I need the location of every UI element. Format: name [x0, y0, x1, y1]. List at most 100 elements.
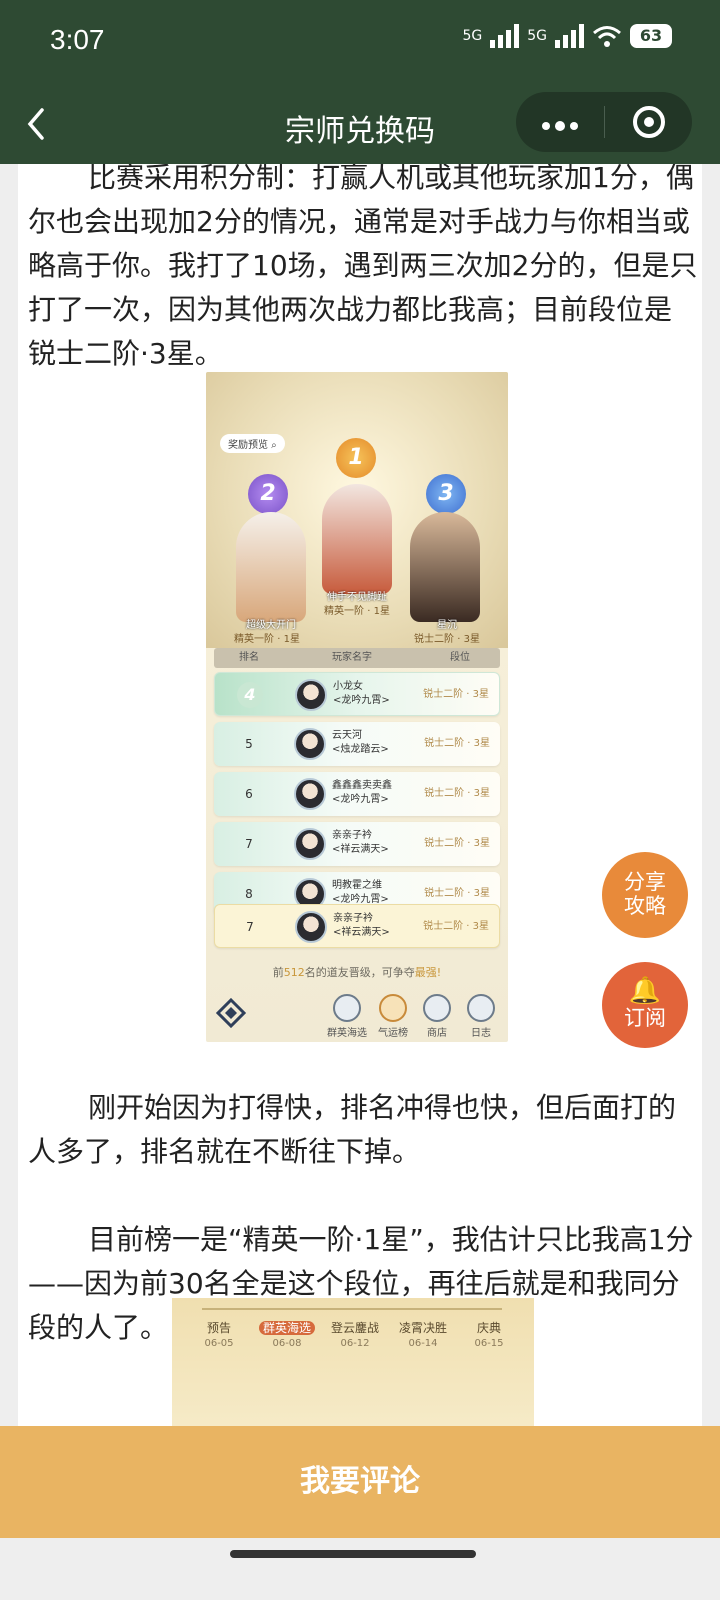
wifi-icon — [593, 26, 621, 47]
promotion-note: 前512名的道友晋级，可争夺最强! — [206, 964, 508, 980]
player-1-name: 伸手不见脚趾 — [327, 592, 387, 603]
fortune-icon — [379, 994, 407, 1022]
game-nav-qualifier: 群英海选 — [322, 994, 372, 1039]
player-name: 鑫鑫鑫卖卖鑫 — [332, 780, 392, 791]
stage-item: 预告 06-05 — [184, 1320, 254, 1352]
row-rank: 7 — [246, 920, 254, 934]
row-tier: 锐士二阶 · 3星 — [424, 788, 490, 799]
reward-preview-label: 奖励预览 ⌕ — [220, 434, 285, 453]
stage-item: 庆典 06-15 — [454, 1320, 524, 1352]
player-name: 亲亲子衿 — [332, 830, 372, 841]
game-nav-label: 商店 — [427, 1028, 447, 1039]
player-3-name: 星沉 — [437, 620, 457, 631]
rank-1-badge: 1 — [336, 438, 376, 478]
network-label-2: 5G — [527, 28, 547, 44]
close-button[interactable] — [605, 106, 692, 138]
home-indicator — [230, 1550, 476, 1558]
article-paragraph-2: 刚开始因为打得快，排名冲得也快，但后面打的人多了，排名就在不断往下掉。 — [28, 1086, 698, 1174]
game-nav-label: 日志 — [471, 1028, 491, 1039]
row-player: 小龙女 <龙吟九霄> — [333, 680, 390, 708]
stage-item: 登云鏖战 06-12 — [320, 1320, 390, 1352]
share-label-line2: 攻略 — [624, 894, 666, 918]
paragraph-text: 比赛采用积分制：打赢人机或其他玩家加1分，偶尔也会出现加2分的情况，通常是对手战… — [28, 164, 698, 370]
stage-date: 06-15 — [474, 1338, 504, 1349]
podium-area: 奖励预览 ⌕ 1 2 3 伸手不见脚趾 精英一阶 · 1星 超级大开门 精英一阶… — [206, 372, 508, 648]
player-2-tier: 精英一阶 · 1星 — [234, 634, 300, 645]
stage-date: 06-05 — [204, 1338, 234, 1349]
article-body: 比赛采用积分制：打赢人机或其他玩家加1分，偶尔也会出现加2分的情况，通常是对手战… — [18, 164, 702, 1454]
promo-text-end: 最强! — [414, 966, 442, 979]
avatar — [294, 778, 326, 810]
bell-icon: 🔔 — [628, 976, 662, 1006]
header-tier: 段位 — [450, 652, 470, 663]
mini-program-capsule — [516, 92, 692, 152]
guild-name: <龙吟九霄> — [332, 794, 389, 805]
guild-name: <龙吟九霄> — [333, 695, 390, 706]
table-row: 6 鑫鑫鑫卖卖鑫 <龙吟九霄> 锐士二阶 · 3星 — [214, 772, 500, 816]
stage-name: 凌霄决胜 — [398, 1321, 447, 1335]
more-button[interactable] — [516, 106, 604, 139]
row-rank: 5 — [245, 737, 253, 751]
player-3-tier: 锐士二阶 · 3星 — [414, 634, 480, 645]
rank-number: 4 — [237, 682, 263, 708]
player-name: 明教霍之维 — [332, 880, 382, 891]
share-label-line1: 分享 — [624, 870, 666, 894]
game-bottom-nav: 群英海选 气运榜 商店 日志 — [206, 984, 508, 1042]
rank-2-badge: 2 — [248, 474, 288, 514]
signal-icon-2 — [555, 24, 584, 48]
stage-item: 凌霄决胜 06-14 — [388, 1320, 458, 1352]
game-nav-fortune: 气运榜 — [368, 994, 418, 1039]
reward-preview-text: 奖励预览 — [228, 440, 268, 451]
promo-number: 512 — [283, 966, 305, 979]
row-player: 鑫鑫鑫卖卖鑫 <龙吟九霄> — [332, 779, 392, 807]
shop-icon — [423, 994, 451, 1022]
network-label: 5G — [462, 28, 483, 44]
table-row: 4 小龙女 <龙吟九霄> 锐士二阶 · 3星 — [214, 672, 500, 716]
ranking-screenshot: 奖励预览 ⌕ 1 2 3 伸手不见脚趾 精英一阶 · 1星 超级大开门 精英一阶… — [206, 372, 508, 1042]
player-name: 亲亲子衿 — [333, 913, 373, 924]
diamond-logo-icon — [216, 998, 246, 1028]
status-bar: 3:07 5G 5G 63 — [0, 0, 720, 88]
subscribe-button[interactable]: 🔔 订阅 — [602, 962, 688, 1048]
stage-date: 06-08 — [272, 1338, 302, 1349]
row-player: 亲亲子衿 <祥云满天> — [332, 829, 389, 857]
rank-3-badge: 3 — [426, 474, 466, 514]
stage-name: 群英海选 — [258, 1321, 315, 1335]
more-dots-icon — [542, 120, 578, 131]
nav-bar: 宗师兑换码 — [0, 88, 720, 164]
log-icon — [467, 994, 495, 1022]
row-rank: 4 — [215, 673, 285, 717]
game-nav-shop: 商店 — [412, 994, 462, 1039]
player-1-figure — [322, 484, 392, 594]
status-time: 3:07 — [50, 24, 105, 55]
row-tier: 锐士二阶 · 3星 — [423, 921, 489, 932]
row-player: 明教霍之维 <龙吟九霄> — [332, 879, 389, 907]
guild-name: <祥云满天> — [333, 927, 390, 938]
stage-item: 群英海选 06-08 — [252, 1320, 322, 1352]
player-3-figure — [410, 512, 480, 622]
row-player: 云天河 <烛龙踏云> — [332, 729, 389, 757]
row-tier: 锐士二阶 · 3星 — [424, 838, 490, 849]
header-name: 玩家名字 — [332, 652, 372, 663]
signal-icon — [490, 24, 520, 48]
avatar — [295, 679, 327, 711]
status-icons: 5G 5G 63 — [462, 24, 672, 48]
game-nav-label: 气运榜 — [378, 1028, 408, 1039]
guild-name: <祥云满天> — [332, 844, 389, 855]
player-name: 云天河 — [332, 730, 362, 741]
share-guide-button[interactable]: 分享 攻略 — [602, 852, 688, 938]
target-icon — [632, 106, 665, 138]
header-rank: 排名 — [239, 652, 259, 663]
promo-text-mid: 名的道友晋级，可争夺 — [304, 966, 415, 979]
comment-button[interactable]: 我要评论 — [0, 1426, 720, 1538]
row-rank: 7 — [245, 837, 253, 851]
subscribe-label: 订阅 — [624, 1006, 666, 1030]
battery-indicator: 63 — [630, 24, 672, 48]
trophy-icon — [333, 994, 361, 1022]
avatar — [294, 728, 326, 760]
table-row: 7 亲亲子衿 <祥云满天> 锐士二阶 · 3星 — [214, 822, 500, 866]
row-rank: 6 — [245, 787, 253, 801]
stage-name: 登云鏖战 — [330, 1321, 379, 1335]
stage-name: 预告 — [206, 1321, 231, 1335]
avatar — [294, 828, 326, 860]
